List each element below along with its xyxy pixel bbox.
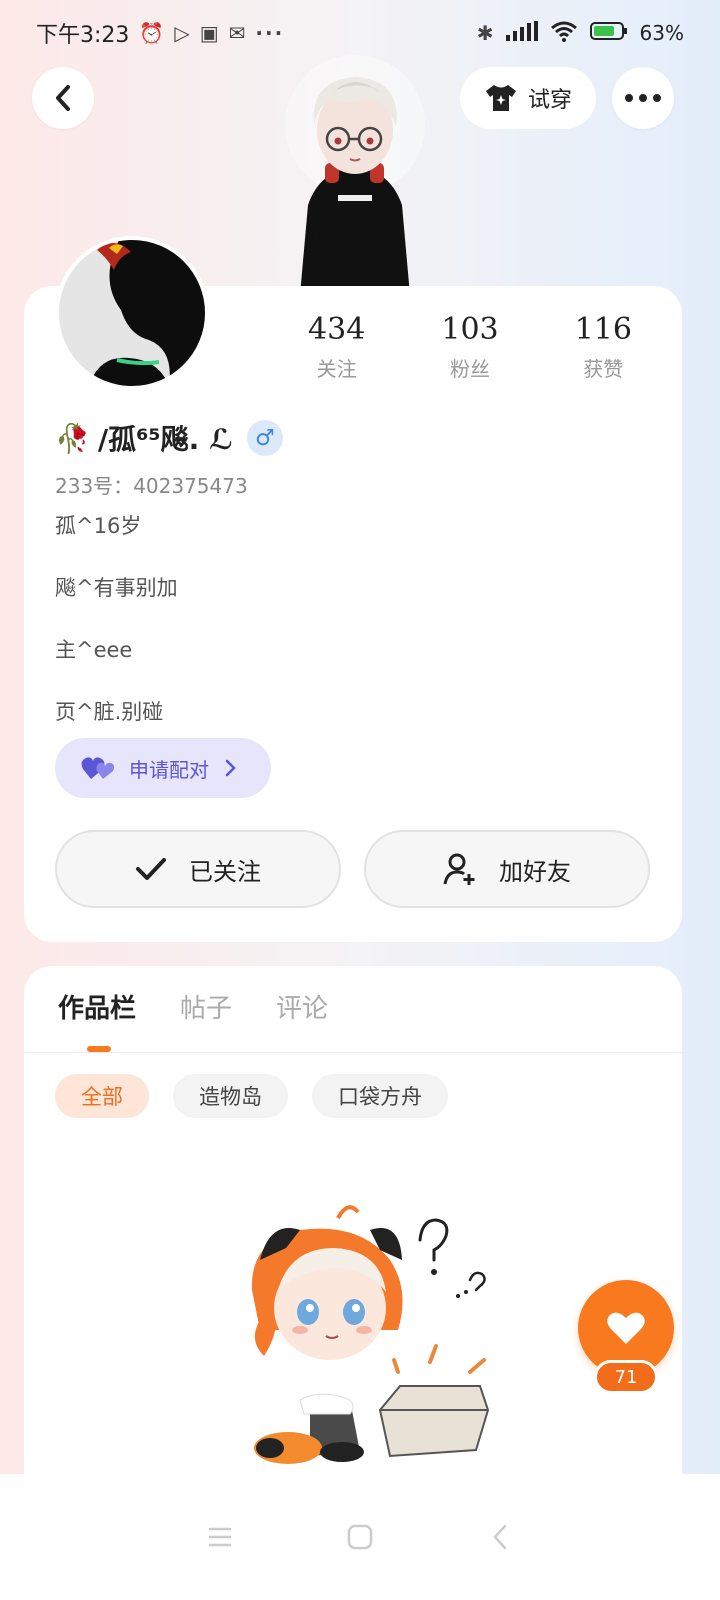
wilted-rose-icon: 🥀	[55, 421, 90, 455]
chevron-left-icon	[56, 85, 70, 111]
tab-works[interactable]: 作品栏	[58, 988, 136, 1025]
works-tabs: 作品栏 帖子 评论	[58, 988, 328, 1025]
alarm-icon: ⏰	[139, 21, 165, 45]
uid-value: 402375473	[133, 474, 248, 498]
tab-comments[interactable]: 评论	[276, 988, 328, 1025]
name-row: 🥀 /孤⁶⁵飚. ℒ ♂	[55, 418, 283, 458]
following-button[interactable]: 已关注	[55, 830, 341, 908]
more-dots-icon	[625, 94, 661, 102]
like-count-badge: 71	[594, 1360, 658, 1394]
back-button[interactable]	[32, 67, 94, 129]
home-nav-button[interactable]	[340, 1517, 380, 1557]
chevron-right-icon	[225, 759, 236, 777]
pair-label: 申请配对	[129, 757, 209, 782]
heart-icon	[607, 1312, 645, 1344]
status-time: 下午3:23	[36, 23, 130, 48]
more-button[interactable]	[612, 67, 674, 129]
battery-percent: 63%	[639, 21, 684, 45]
bluetooth-icon: ✱	[476, 21, 494, 45]
stat-value: 434	[308, 312, 366, 347]
uid-label: 233号：	[55, 474, 134, 498]
divider	[24, 1052, 682, 1053]
chip-creation-island[interactable]: 造物岛	[173, 1074, 288, 1118]
chip-pocket-ark[interactable]: 口袋方舟	[312, 1074, 448, 1118]
bio-line: 孤^16岁	[55, 514, 142, 538]
stat-followers[interactable]: 103 粉丝	[403, 312, 536, 382]
bio-line: 页^脏.别碰	[55, 700, 164, 724]
add-friend-label: 加好友	[499, 857, 571, 886]
avatar[interactable]	[55, 236, 209, 390]
stat-label: 粉丝	[449, 357, 490, 381]
tab-posts[interactable]: 帖子	[180, 988, 232, 1025]
empty-state-illustration	[251, 1205, 490, 1464]
stat-label: 关注	[316, 357, 357, 381]
pair-hearts-icon	[81, 757, 115, 779]
home-square-icon	[347, 1524, 373, 1550]
tshirt-icon	[485, 85, 516, 111]
try-on-label: 试穿	[527, 88, 572, 113]
add-user-icon	[443, 853, 475, 885]
mail-icon: ✉	[228, 21, 246, 45]
user-id[interactable]: 233号：402375473	[55, 470, 248, 499]
menu-icon	[209, 1527, 231, 1547]
male-gender-icon: ♂	[247, 420, 283, 456]
stat-value: 116	[574, 312, 632, 347]
add-friend-button[interactable]: 加好友	[364, 830, 650, 908]
bio-line: 飚^有事别加	[55, 576, 178, 600]
stat-likes[interactable]: 116 获赞	[537, 312, 670, 382]
try-on-button[interactable]: 试穿	[460, 67, 596, 129]
nickname: /孤⁶⁵飚. ℒ	[97, 423, 233, 456]
battery-icon	[589, 21, 628, 46]
avatar-image	[59, 240, 205, 386]
stat-value: 103	[441, 312, 499, 347]
checkmark-icon	[136, 858, 166, 880]
bio-line: 主^eee	[55, 638, 133, 662]
profile-stats: 434 关注 103 粉丝 116 获赞	[270, 312, 670, 382]
back-nav-button[interactable]	[480, 1517, 520, 1557]
app-notification-icon: ▣	[199, 21, 219, 45]
filter-chips: 全部 造物岛 口袋方舟	[55, 1074, 448, 1118]
menu-nav-button[interactable]	[200, 1517, 240, 1557]
stat-label: 获赞	[583, 357, 624, 381]
request-pair-button[interactable]: 申请配对	[55, 738, 271, 798]
stat-following[interactable]: 434 关注	[270, 312, 403, 382]
wifi-icon	[550, 20, 578, 47]
chip-all[interactable]: 全部	[55, 1074, 149, 1118]
following-label: 已关注	[189, 857, 261, 886]
play-store-icon: ▷	[174, 21, 190, 45]
system-nav-bar	[0, 1474, 720, 1600]
signal-icon	[505, 20, 538, 46]
more-notifications-icon: ···	[255, 21, 285, 45]
avatar-3d-figure[interactable]	[270, 55, 440, 295]
back-arrow-icon	[493, 1524, 507, 1550]
